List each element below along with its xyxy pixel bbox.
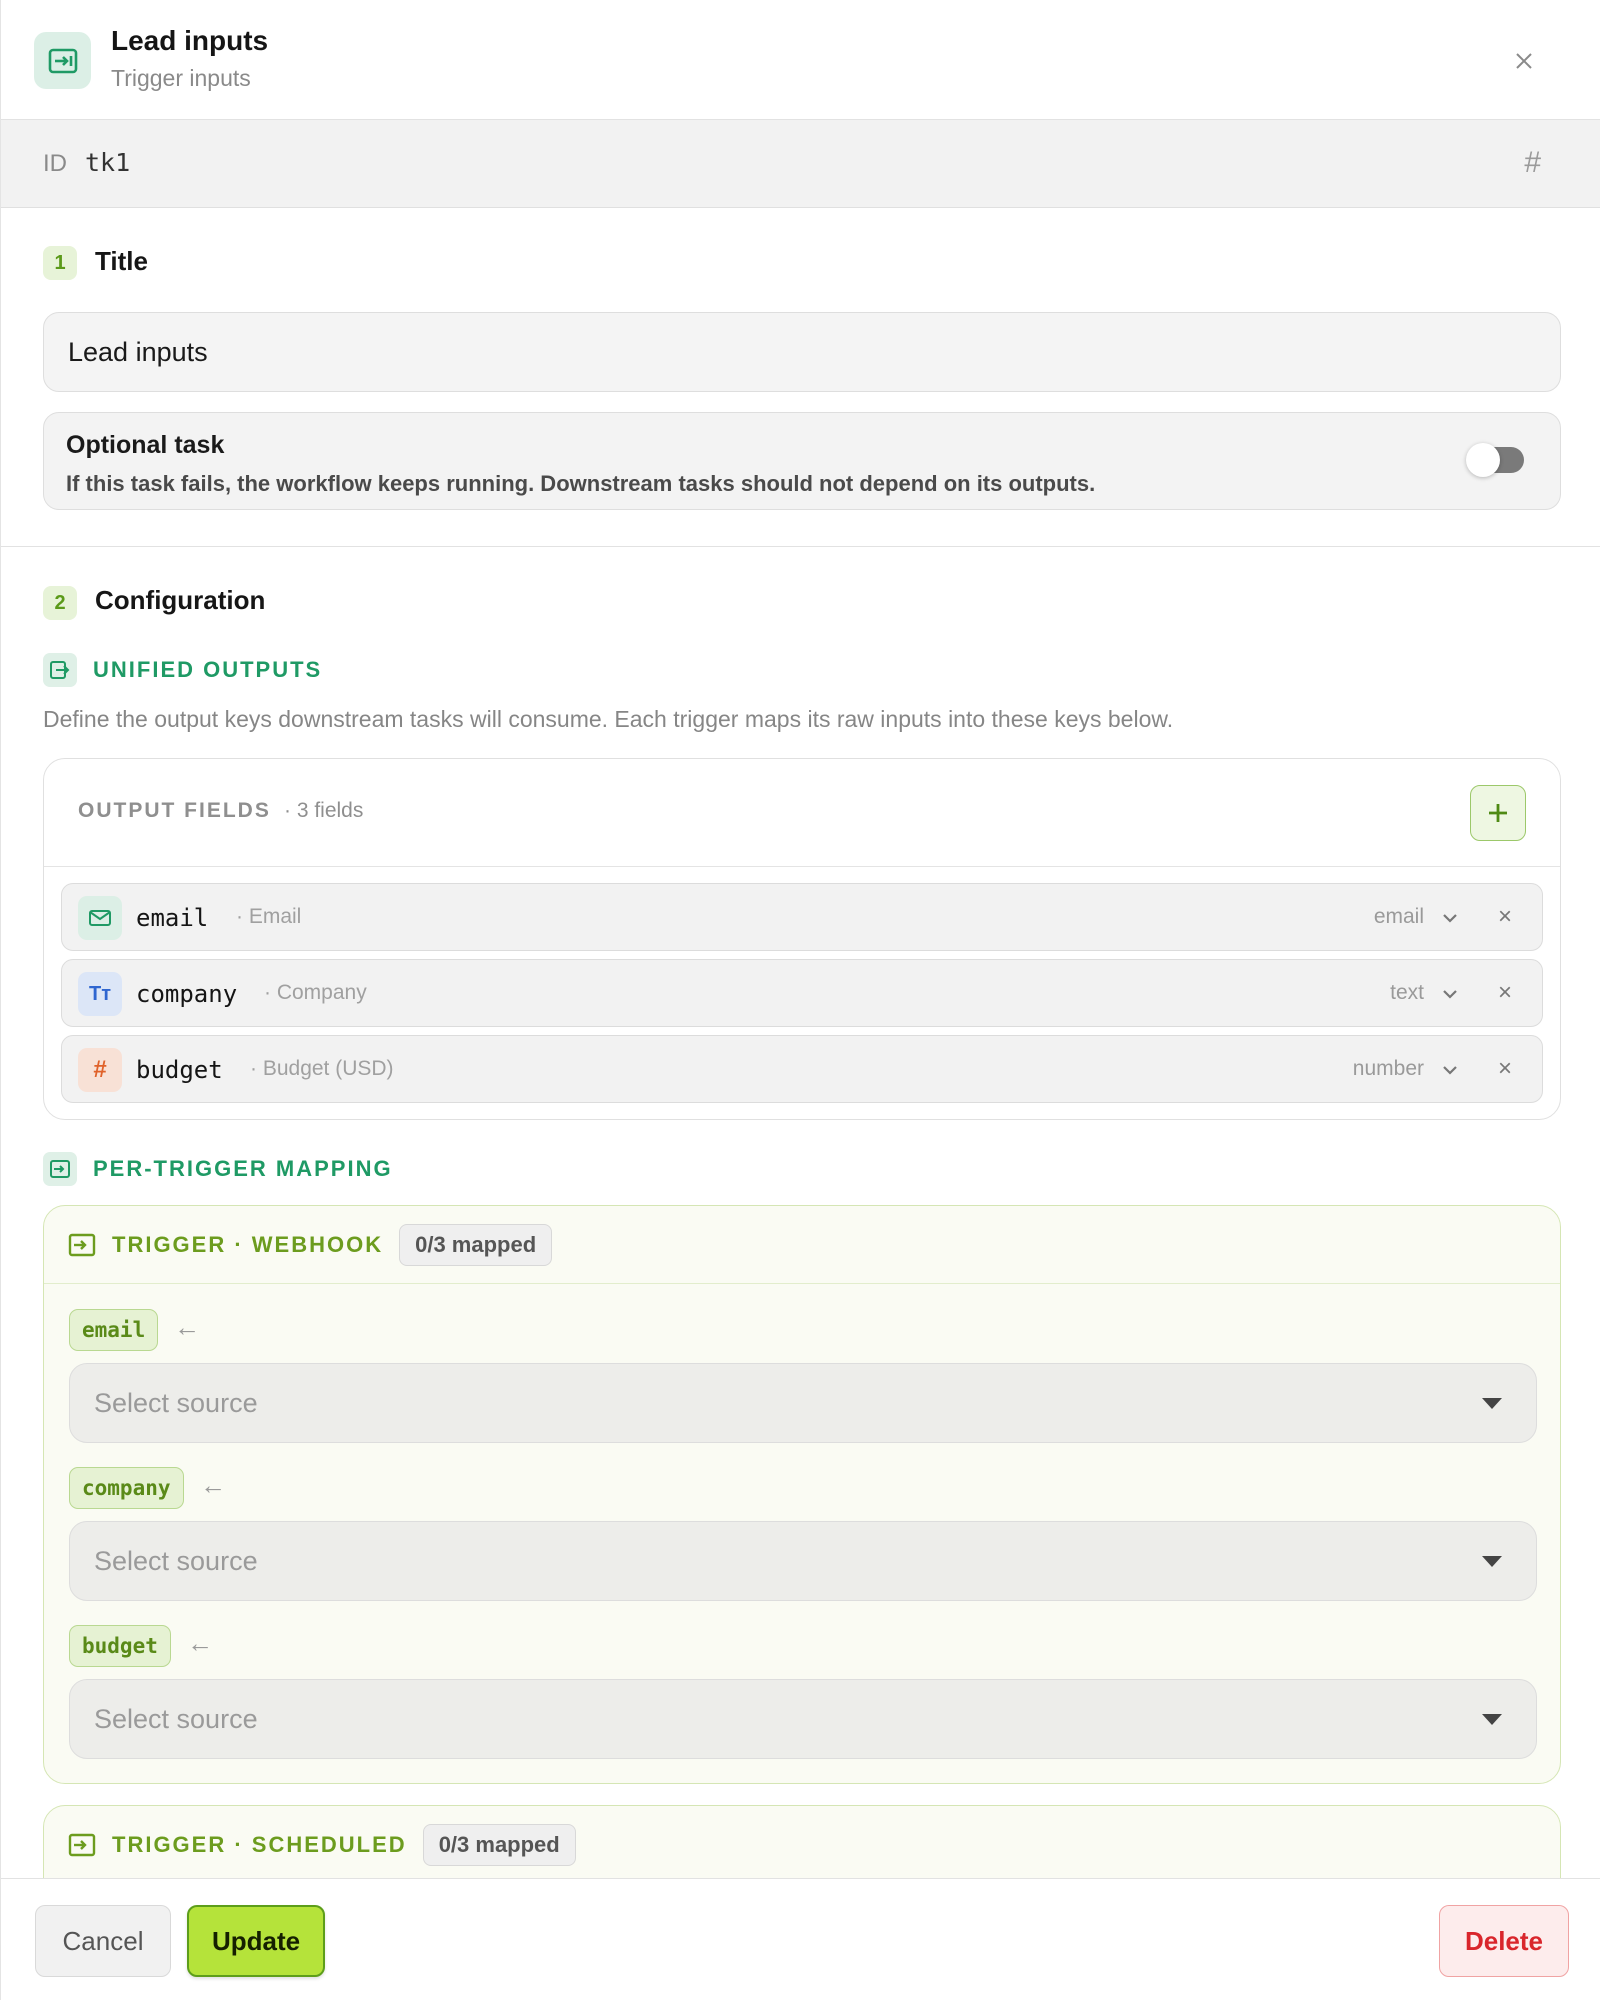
caret-down-icon: [1482, 1556, 1502, 1567]
update-button[interactable]: Update: [187, 1905, 325, 1977]
unified-outputs-description: Define the output keys downstream tasks …: [43, 706, 1174, 732]
mapping-key-company: company: [69, 1467, 184, 1509]
mapped-count-badge: 0/3 mapped: [399, 1223, 553, 1266]
source-select-budget[interactable]: Select source: [69, 1679, 1537, 1759]
step-badge-2: 2: [43, 586, 77, 620]
step-badge-1: 1: [43, 246, 77, 280]
mapping-key-budget: budget: [69, 1625, 171, 1667]
field-label: · Email: [236, 905, 302, 928]
output-fields-count: · 3 fields: [284, 799, 364, 822]
hash-icon: #: [1524, 146, 1541, 179]
output-fields-separator: [44, 866, 1560, 867]
id-label: ID: [43, 150, 67, 177]
optional-task-description: If this task fails, the workflow keeps r…: [66, 471, 1096, 496]
optional-task-toggle[interactable]: [1466, 443, 1524, 477]
trigger-header[interactable]: TRIGGER · WEBHOOK 0/3 mapped: [44, 1206, 1560, 1284]
field-type-value[interactable]: email: [1374, 905, 1424, 929]
field-row-budget[interactable]: # budget · Budget (USD) number ×: [61, 1035, 1543, 1103]
caret-down-icon: [1482, 1398, 1502, 1409]
field-type-value[interactable]: text: [1390, 981, 1424, 1005]
task-editor-panel: Lead inputs Trigger inputs ID tk1 # 1 Ti…: [0, 0, 1600, 2000]
mapping-icon: [43, 1152, 77, 1186]
field-type-value[interactable]: number: [1353, 1057, 1424, 1081]
hash-icon: #: [78, 1048, 122, 1092]
trigger-icon: [68, 1833, 96, 1857]
task-id-row: ID tk1 #: [1, 120, 1600, 208]
per-trigger-mapping-label: PER-TRIGGER MAPPING: [93, 1156, 393, 1181]
toggle-knob: [1466, 443, 1500, 477]
delete-button[interactable]: Delete: [1439, 1905, 1569, 1977]
arrow-left-icon: ←: [174, 1312, 200, 1342]
optional-task-title: Optional task: [66, 431, 225, 459]
trigger-title: TRIGGER · WEBHOOK: [112, 1231, 384, 1257]
source-select-company[interactable]: Select source: [69, 1521, 1537, 1601]
unified-outputs-heading: UNIFIED OUTPUTS: [43, 653, 322, 687]
panel-header: Lead inputs Trigger inputs: [1, 0, 1600, 120]
field-key: email: [136, 904, 209, 932]
close-button[interactable]: [1507, 44, 1541, 78]
plus-icon: [1489, 804, 1507, 822]
close-icon: [1516, 53, 1532, 69]
output-fields-card: OUTPUT FIELDS · 3 fields email · Email e…: [43, 758, 1561, 1120]
source-select-email[interactable]: Select source: [69, 1363, 1537, 1443]
chevron-down-icon[interactable]: [1440, 908, 1460, 928]
remove-field-button[interactable]: ×: [1498, 1055, 1512, 1083]
chevron-down-icon[interactable]: [1440, 1060, 1460, 1080]
remove-field-button[interactable]: ×: [1498, 903, 1512, 931]
title-input[interactable]: [43, 312, 1561, 392]
trigger-icon: [68, 1233, 96, 1256]
mail-icon: [78, 896, 122, 940]
panel-subtitle: Trigger inputs: [111, 65, 251, 91]
mapping-key-email: email: [69, 1309, 159, 1351]
add-field-button[interactable]: [1470, 785, 1526, 841]
arrow-left-icon: ←: [200, 1470, 226, 1500]
per-trigger-mapping-heading: PER-TRIGGER MAPPING: [43, 1152, 393, 1186]
field-row-email[interactable]: email · Email email ×: [61, 883, 1543, 951]
unified-outputs-label: UNIFIED OUTPUTS: [93, 657, 323, 682]
output-fields-heading: OUTPUT FIELDS: [78, 799, 271, 822]
caret-down-icon: [1482, 1714, 1502, 1725]
chevron-down-icon[interactable]: [1440, 984, 1460, 1004]
section-title-heading: Title: [95, 246, 148, 276]
select-placeholder: Select source: [94, 1546, 258, 1576]
trigger-header[interactable]: TRIGGER · SCHEDULED 0/3 mapped: [44, 1806, 1560, 1884]
section-configuration-heading: Configuration: [95, 585, 266, 615]
output-icon: [43, 653, 77, 687]
arrow-left-icon: ←: [187, 1628, 213, 1658]
section-divider: [1, 546, 1600, 547]
trigger-title: TRIGGER · SCHEDULED: [112, 1832, 407, 1857]
field-row-company[interactable]: Tт company · Company text ×: [61, 959, 1543, 1027]
field-label: · Company: [264, 981, 367, 1004]
trigger-card-webhook: TRIGGER · WEBHOOK 0/3 mapped email ← Sel…: [43, 1205, 1561, 1784]
select-placeholder: Select source: [94, 1388, 258, 1418]
optional-task-card: Optional task If this task fails, the wo…: [43, 412, 1561, 510]
field-key: budget: [136, 1056, 223, 1084]
text-icon: Tт: [78, 972, 122, 1016]
trigger-input-icon: [34, 32, 91, 89]
field-label: · Budget (USD): [250, 1057, 394, 1080]
mapped-count-badge: 0/3 mapped: [422, 1824, 576, 1866]
panel-footer: Cancel Update Delete: [1, 1878, 1600, 2000]
field-key: company: [136, 980, 238, 1008]
panel-title: Lead inputs: [111, 25, 269, 56]
id-value[interactable]: tk1: [85, 148, 130, 177]
remove-field-button[interactable]: ×: [1498, 979, 1512, 1007]
cancel-button[interactable]: Cancel: [35, 1905, 171, 1977]
select-placeholder: Select source: [94, 1704, 258, 1734]
